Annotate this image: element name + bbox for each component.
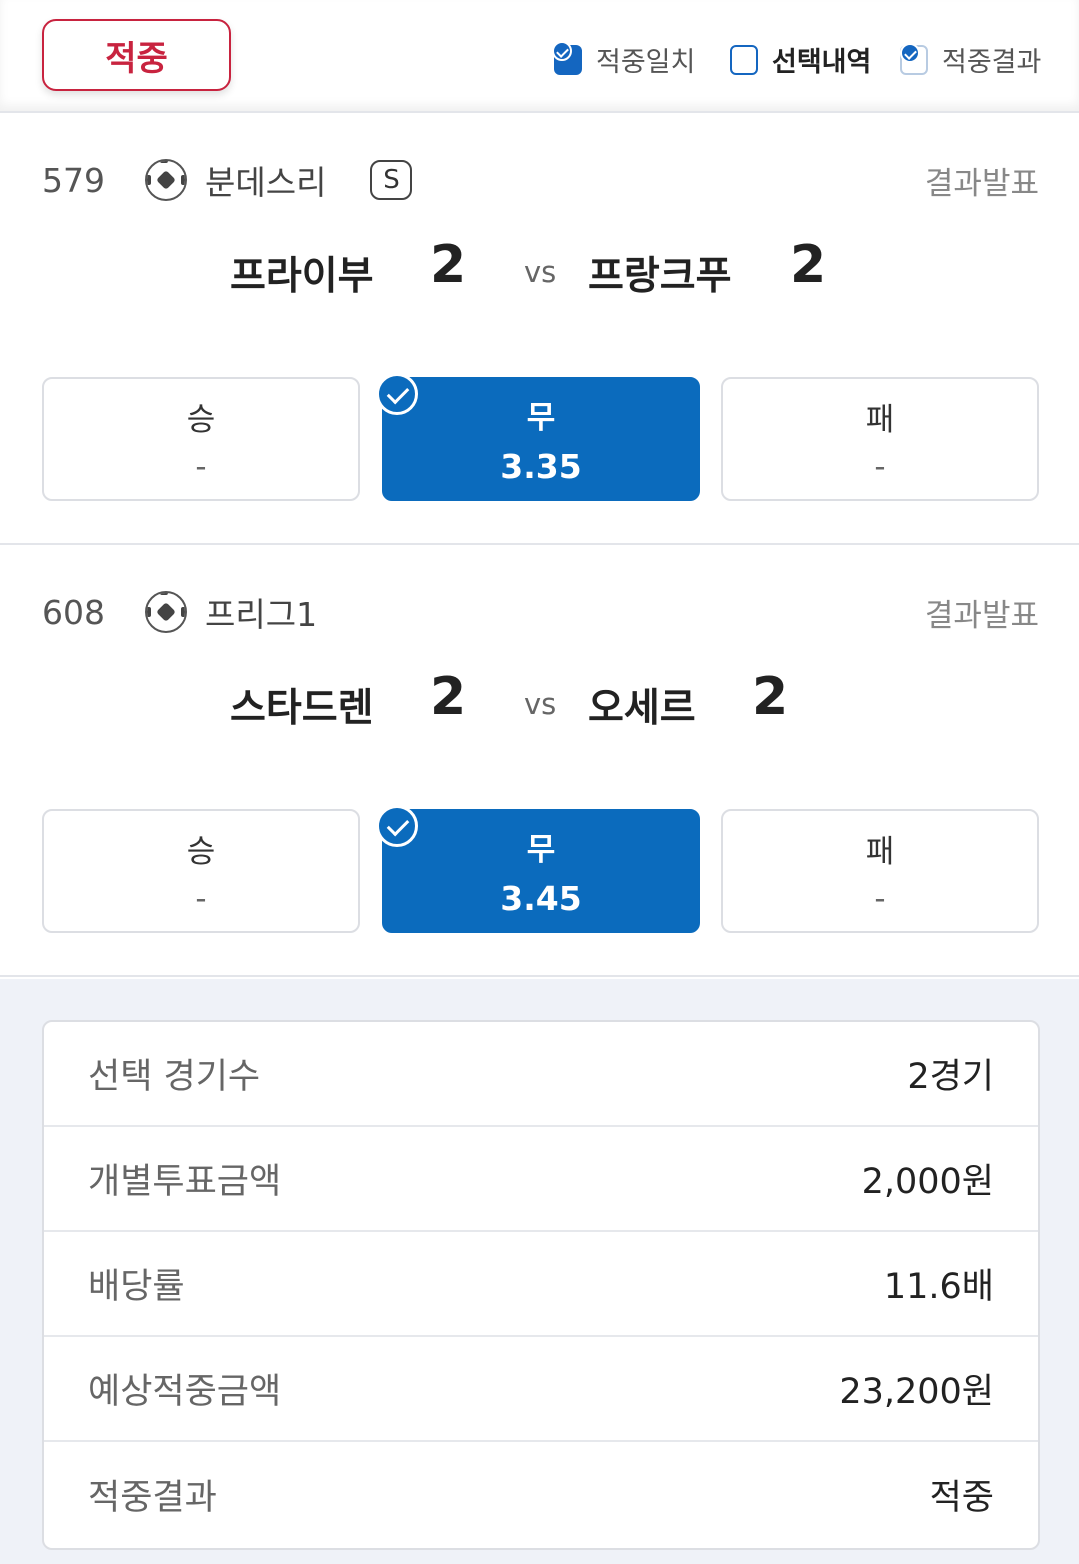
check-circle-icon <box>376 373 418 415</box>
home-team: 스타드렌 <box>230 686 374 731</box>
summary-key: 배당률 <box>88 1267 185 1307</box>
game-number: 608 <box>42 592 105 632</box>
option-lose[interactable]: 패 - <box>721 377 1039 501</box>
summary-table: 선택 경기수 2경기 개별투표금액 2,000원 배당률 11.6배 예상적중금… <box>42 1020 1040 1550</box>
legend-label: 적중일치 <box>596 47 696 78</box>
legend-hit-match: 적중일치 <box>552 40 696 79</box>
away-score: 2 <box>790 235 827 295</box>
game-meta: 579 분데스리 S 결과발표 <box>42 155 1039 205</box>
match-teams: 스타드렌 2 vs 오세르 2 <box>0 667 1079 737</box>
game-meta: 608 프리그1 결과발표 <box>42 587 1039 637</box>
option-label: 승 <box>186 401 216 438</box>
option-label: 패 <box>865 401 895 438</box>
option-odds: 3.35 <box>500 447 582 486</box>
summary-value: 11.6배 <box>883 1267 994 1307</box>
summary-section: 선택 경기수 2경기 개별투표금액 2,000원 배당률 11.6배 예상적중금… <box>0 979 1079 1564</box>
result-badge: 적중 <box>42 19 231 91</box>
away-score: 2 <box>752 667 789 727</box>
option-win[interactable]: 승 - <box>42 377 360 501</box>
soccer-ball-icon <box>145 159 187 201</box>
summary-key: 적중결과 <box>88 1478 217 1518</box>
summary-key: 예상적중금액 <box>88 1372 282 1412</box>
summary-value: 2경기 <box>907 1057 994 1097</box>
option-odds: - <box>874 880 886 917</box>
league-name: 분데스리 <box>205 163 327 202</box>
summary-row-result: 적중결과 적중 <box>44 1442 1038 1547</box>
option-draw[interactable]: 무 3.35 <box>376 373 700 501</box>
check-circle-icon <box>376 805 418 847</box>
summary-value: 23,200원 <box>839 1372 994 1412</box>
legend-label: 선택내역 <box>772 47 872 78</box>
away-team: 프랑크푸 <box>588 254 732 299</box>
game-status: 결과발표 <box>924 597 1039 634</box>
summary-row-expected-payout: 예상적중금액 23,200원 <box>44 1337 1038 1442</box>
option-odds: - <box>195 880 207 917</box>
legend-label: 적중결과 <box>942 47 1042 78</box>
summary-row-game-count: 선택 경기수 2경기 <box>44 1022 1038 1127</box>
option-odds: - <box>195 448 207 485</box>
legend-hit-result: 적중결과 <box>900 40 1041 79</box>
summary-key: 선택 경기수 <box>88 1057 261 1097</box>
option-odds: 3.45 <box>500 879 582 918</box>
special-badge: S <box>370 160 413 200</box>
hit-match-icon <box>552 40 582 75</box>
option-win[interactable]: 승 - <box>42 809 360 933</box>
option-odds: - <box>874 448 886 485</box>
option-lose[interactable]: 패 - <box>721 809 1039 933</box>
away-team: 오세르 <box>588 686 696 731</box>
result-header: 적중 적중일치 선택내역 적중결과 <box>0 0 1079 113</box>
home-score: 2 <box>430 667 467 727</box>
game-card: 579 분데스리 S 결과발표 프라이부 2 vs 프랑크푸 2 승 - 무 3… <box>0 115 1079 545</box>
match-teams: 프라이부 2 vs 프랑크푸 2 <box>0 235 1079 305</box>
selection-icon <box>730 44 758 75</box>
option-label: 승 <box>186 833 216 870</box>
summary-row-odds: 배당률 11.6배 <box>44 1232 1038 1337</box>
summary-row-bet-amount: 개별투표금액 2,000원 <box>44 1127 1038 1232</box>
vs-label: vs <box>524 687 557 721</box>
game-number: 579 <box>42 160 105 200</box>
option-label: 무 <box>526 832 556 868</box>
league-name: 프리그1 <box>205 595 318 634</box>
option-label: 무 <box>526 400 556 436</box>
home-score: 2 <box>430 235 467 295</box>
summary-value: 2,000원 <box>861 1162 994 1202</box>
summary-key: 개별투표금액 <box>88 1162 282 1202</box>
hit-result-icon <box>900 42 928 75</box>
legend-selection: 선택내역 <box>730 40 871 79</box>
summary-value: 적중 <box>929 1478 994 1518</box>
option-draw[interactable]: 무 3.45 <box>376 805 700 933</box>
game-status: 결과발표 <box>924 165 1039 202</box>
game-card: 608 프리그1 결과발표 스타드렌 2 vs 오세르 2 승 - 무 3.45… <box>0 547 1079 977</box>
vs-label: vs <box>524 255 557 289</box>
home-team: 프라이부 <box>230 254 374 299</box>
soccer-ball-icon <box>145 591 187 633</box>
option-label: 패 <box>865 833 895 870</box>
